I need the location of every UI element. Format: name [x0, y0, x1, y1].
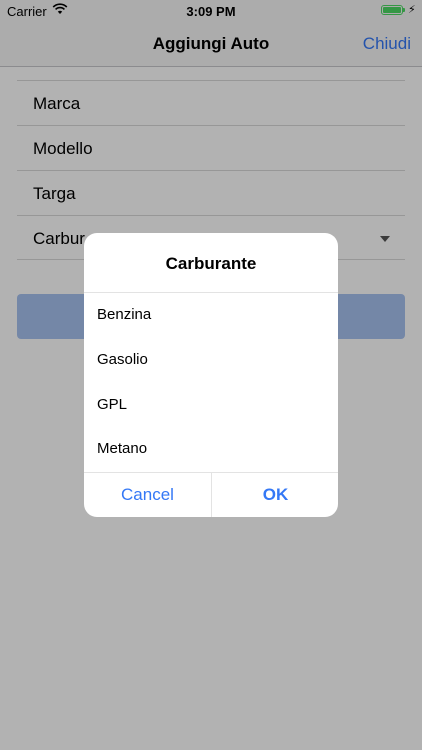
cancel-button[interactable]: Cancel: [84, 472, 211, 517]
dialog-title: Carburante: [165, 254, 257, 273]
option-label: Benzina: [97, 306, 152, 323]
option-label: GPL: [97, 396, 128, 413]
option-benzina[interactable]: Benzina: [97, 296, 325, 336]
option-gasolio[interactable]: Gasolio: [97, 341, 325, 381]
fuel-picker-dialog: Carburante Benzina Gasolio GPL Metano Ca…: [84, 233, 338, 517]
option-gpl[interactable]: GPL: [97, 386, 325, 426]
option-metano[interactable]: Metano: [97, 430, 325, 470]
ok-button[interactable]: OK: [212, 472, 338, 517]
option-label: Gasolio: [97, 351, 148, 368]
dialog-divider: [84, 292, 338, 293]
option-label: Metano: [97, 440, 148, 457]
